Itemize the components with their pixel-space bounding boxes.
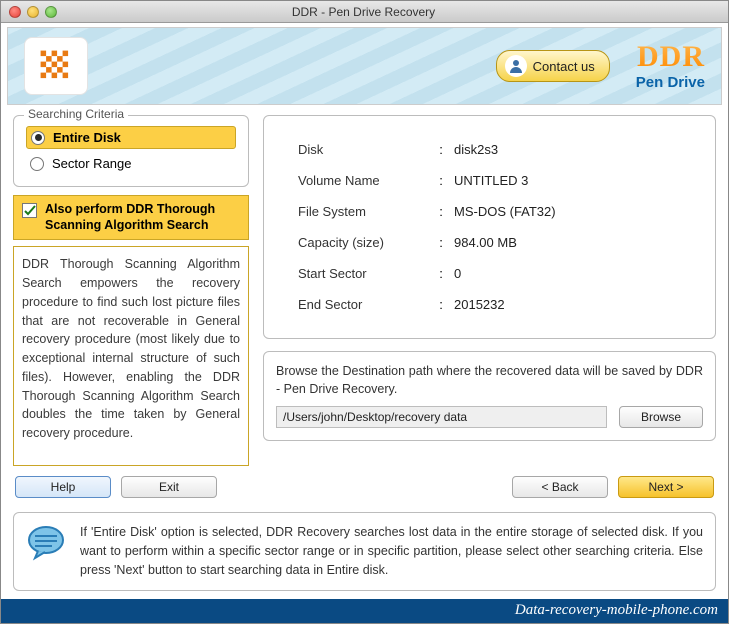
- footer-link[interactable]: Data-recovery-mobile-phone.com: [1, 599, 728, 623]
- window-title: DDR - Pen Drive Recovery: [57, 5, 670, 19]
- radio-entire-disk-label: Entire Disk: [53, 130, 121, 145]
- brand-subtitle: Pen Drive: [636, 74, 705, 91]
- minimize-icon[interactable]: [27, 6, 39, 18]
- back-button[interactable]: < Back: [512, 476, 608, 498]
- brand: DDR Pen Drive: [636, 42, 705, 91]
- destination-panel: Browse the Destination path where the re…: [263, 351, 716, 441]
- checkmark-icon: [22, 203, 37, 218]
- app-window: DDR - Pen Drive Recovery Contact us DDR …: [0, 0, 729, 624]
- info-row: Disk : disk2s3: [298, 134, 697, 165]
- searching-criteria-legend: Searching Criteria: [24, 107, 128, 121]
- info-row: Volume Name : UNTITLED 3: [298, 165, 697, 196]
- action-bar: Help Exit < Back Next >: [13, 476, 716, 498]
- app-header: Contact us DDR Pen Drive: [7, 27, 722, 105]
- disk-info-panel: Disk : disk2s3 Volume Name : UNTITLED 3 …: [263, 115, 716, 339]
- brand-title: DDR: [636, 42, 705, 72]
- contact-us-button[interactable]: Contact us: [496, 50, 610, 82]
- info-row: Capacity (size) : 984.00 MB: [298, 227, 697, 258]
- info-val: MS-DOS (FAT32): [454, 204, 556, 219]
- titlebar: DDR - Pen Drive Recovery: [1, 1, 728, 23]
- info-row: File System : MS-DOS (FAT32): [298, 196, 697, 227]
- close-icon[interactable]: [9, 6, 21, 18]
- info-val: 0: [454, 266, 461, 281]
- searching-criteria-group: Searching Criteria Entire Disk Sector Ra…: [13, 115, 249, 187]
- info-key: Disk: [298, 142, 428, 157]
- person-icon: [505, 55, 527, 77]
- info-val: 2015232: [454, 297, 505, 312]
- radio-sector-range-label: Sector Range: [52, 156, 132, 171]
- info-key: File System: [298, 204, 428, 219]
- right-column: Disk : disk2s3 Volume Name : UNTITLED 3 …: [263, 115, 716, 466]
- info-row: Start Sector : 0: [298, 258, 697, 289]
- thorough-scan-label: Also perform DDR Thorough Scanning Algor…: [45, 202, 240, 233]
- destination-path-input[interactable]: [276, 406, 607, 428]
- info-row: End Sector : 2015232: [298, 289, 697, 320]
- radio-sector-range[interactable]: Sector Range: [26, 153, 236, 174]
- contact-us-label: Contact us: [533, 59, 595, 74]
- left-column: Searching Criteria Entire Disk Sector Ra…: [13, 115, 249, 466]
- info-bubble-icon: [26, 523, 66, 563]
- browse-button[interactable]: Browse: [619, 406, 703, 428]
- logo-icon: [24, 37, 88, 95]
- radio-icon: [30, 157, 44, 171]
- info-key: Volume Name: [298, 173, 428, 188]
- radio-entire-disk[interactable]: Entire Disk: [26, 126, 236, 149]
- help-button[interactable]: Help: [15, 476, 111, 498]
- window-controls: [9, 6, 57, 18]
- zoom-icon[interactable]: [45, 6, 57, 18]
- info-key: End Sector: [298, 297, 428, 312]
- info-key: Capacity (size): [298, 235, 428, 250]
- info-val: disk2s3: [454, 142, 498, 157]
- thorough-scan-checkbox[interactable]: Also perform DDR Thorough Scanning Algor…: [13, 195, 249, 240]
- content-area: Searching Criteria Entire Disk Sector Ra…: [1, 107, 728, 502]
- destination-text: Browse the Destination path where the re…: [276, 362, 703, 398]
- info-val: UNTITLED 3: [454, 173, 528, 188]
- hint-text: If 'Entire Disk' option is selected, DDR…: [80, 523, 703, 579]
- hint-panel: If 'Entire Disk' option is selected, DDR…: [13, 512, 716, 590]
- exit-button[interactable]: Exit: [121, 476, 217, 498]
- thorough-scan-description: DDR Thorough Scanning Algorithm Search e…: [13, 246, 249, 466]
- radio-icon: [31, 131, 45, 145]
- info-val: 984.00 MB: [454, 235, 517, 250]
- info-key: Start Sector: [298, 266, 428, 281]
- next-button[interactable]: Next >: [618, 476, 714, 498]
